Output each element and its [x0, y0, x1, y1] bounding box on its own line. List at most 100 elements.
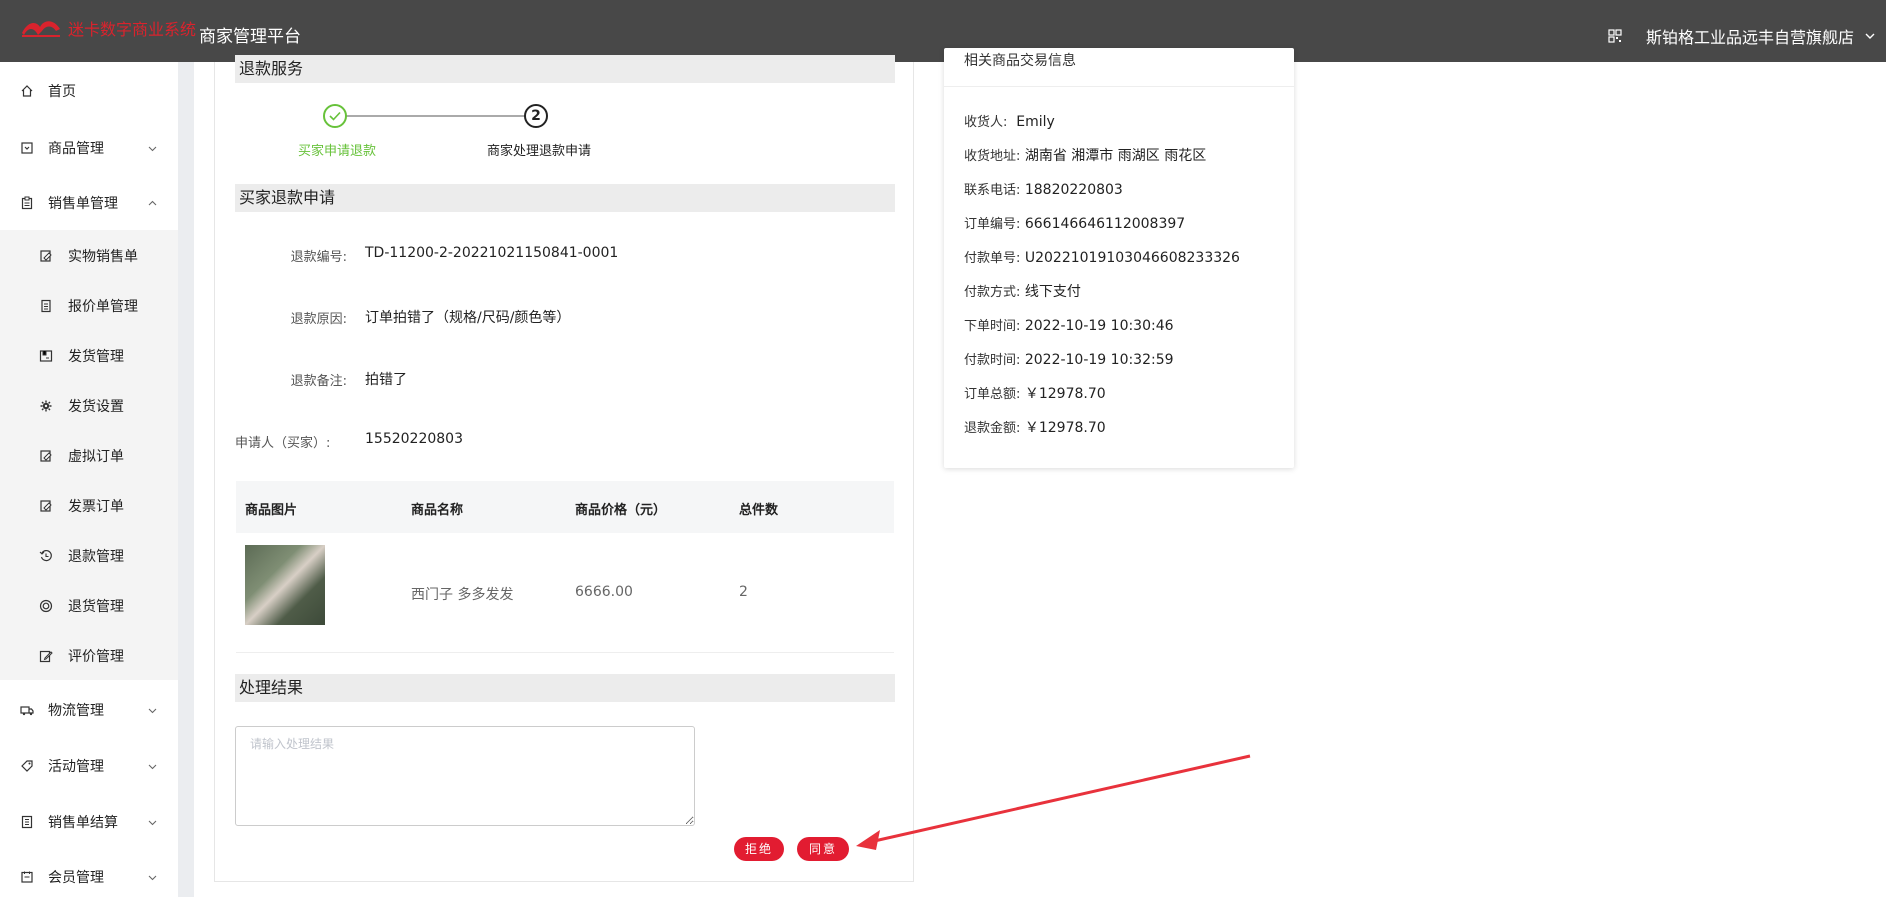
sidebar-subitem-shipping-settings[interactable]: 发货设置 [0, 386, 178, 426]
info-row: 收货地址: 湖南省 湘潭市 雨湖区 雨花区 [964, 145, 1206, 165]
sidebar-subitem-returns[interactable]: 退货管理 [0, 586, 178, 626]
info-value: U20221019103046608233326 [1024, 250, 1240, 266]
step-current-number: 2 [524, 104, 548, 128]
sidebar-item-goods[interactable]: 商品管理 [0, 128, 178, 168]
sidebar-item-label: 销售单管理 [48, 196, 118, 212]
reject-button[interactable]: 拒绝 [734, 837, 784, 861]
refund-icon [39, 549, 52, 562]
store-switcher[interactable]: 斯铂格工业品远丰自营旗舰店 [1608, 24, 1876, 48]
sidebar-subitem-label: 实物销售单 [68, 249, 138, 265]
info-label: 退款金额: [964, 421, 1021, 436]
info-row: 订单总额: ￥12978.70 [964, 383, 1106, 403]
gear-icon [40, 400, 52, 412]
sidebar-item-label: 物流管理 [48, 703, 104, 719]
chevron-up-icon [148, 200, 157, 205]
info-value: Emily [1016, 114, 1055, 130]
info-row: 退款金额: ￥12978.70 [964, 417, 1106, 437]
info-label: 订单编号: [964, 217, 1021, 232]
sidebar-subitem-reviews[interactable]: 评价管理 [0, 636, 178, 676]
sidebar-item-label: 首页 [48, 84, 76, 100]
info-label: 付款单号: [964, 251, 1021, 266]
sidebar-item-label: 会员管理 [48, 870, 104, 886]
info-value: ￥12978.70 [1024, 420, 1106, 436]
sidebar-subitem-label: 发货管理 [68, 349, 124, 365]
applicant-value: 15520220803 [365, 431, 463, 447]
info-row: 收货人: Emily [964, 111, 1055, 130]
sidebar-subitem-label: 虚拟订单 [68, 449, 124, 465]
return-icon [39, 599, 53, 613]
sidebar-subitem-virtual-orders[interactable]: 虚拟订单 [0, 436, 178, 476]
annotation-arrow [856, 754, 1251, 850]
refund-no-label: 退款编号: [290, 250, 347, 265]
sidebar-subitem-label: 退货管理 [68, 599, 124, 615]
sidebar-subitem-label: 发货设置 [68, 399, 124, 415]
truck-icon [20, 706, 34, 716]
info-label: 收货人: [964, 115, 1008, 130]
info-row: 下单时间: 2022-10-19 10:30:46 [964, 315, 1174, 334]
info-row: 付款方式: 线下支付 [964, 281, 1081, 301]
agree-button[interactable]: 同意 [797, 837, 849, 861]
sidebar-item-activities[interactable]: 活动管理 [0, 746, 178, 786]
sidebar-gutter [178, 62, 194, 897]
chevron-down-icon [148, 764, 157, 769]
store-name[interactable]: 斯铂格工业品远丰自营旗舰店 [1646, 24, 1854, 48]
info-value: 线下支付 [1024, 284, 1081, 300]
product-name: 西门子 多多发发 [411, 587, 514, 603]
sidebar-subitem-quotes[interactable]: 报价单管理 [0, 286, 178, 326]
info-label: 付款时间: [964, 353, 1021, 368]
chevron-down-icon [148, 146, 157, 151]
refund-reason-label: 退款原因: [290, 312, 347, 327]
sidebar-item-settlement[interactable]: 销售单结算 [0, 802, 178, 842]
edit-doc-icon [40, 250, 52, 262]
info-value: 湖南省 湘潭市 雨湖区 雨花区 [1024, 148, 1207, 164]
sidebar-subitem-label: 报价单管理 [68, 299, 138, 315]
logo[interactable]: 迷卡数字商业系统 [20, 16, 196, 40]
ship-icon [39, 350, 53, 362]
qr-code-icon[interactable] [1608, 29, 1622, 43]
doc-icon [41, 299, 51, 313]
sidebar-subitem-label: 退款管理 [68, 549, 124, 565]
chevron-down-icon [148, 820, 157, 825]
chevron-down-icon [148, 875, 157, 880]
logo-icon [22, 21, 60, 37]
sidebar-item-members[interactable]: 会员管理 [0, 857, 178, 897]
result-input[interactable] [235, 726, 695, 826]
info-value: 18820220803 [1024, 182, 1123, 198]
sidebar-subitem-label: 评价管理 [68, 649, 124, 665]
member-icon [21, 871, 33, 883]
sidebar-subitem-refunds[interactable]: 退款管理 [0, 536, 178, 576]
info-value: ￥12978.70 [1024, 386, 1106, 402]
info-value: 666146646112008397 [1024, 216, 1186, 232]
steps-connector [346, 115, 526, 117]
sidebar-subitem-shipping[interactable]: 发货管理 [0, 336, 178, 376]
sidebar-item-sales[interactable]: 销售单管理 [0, 183, 178, 223]
home-icon [21, 85, 33, 97]
info-label: 下单时间: [964, 319, 1021, 334]
sidebar-item-home[interactable]: 首页 [0, 71, 178, 111]
refund-remark-label: 退款备注: [290, 374, 347, 389]
column-header: 商品价格（元） [575, 503, 667, 518]
order-info-title: 相关商品交易信息 [964, 53, 1076, 69]
edit-doc-icon [40, 500, 52, 512]
product-price: 6666.00 [575, 584, 633, 600]
clipboard-icon [21, 196, 33, 210]
info-row: 付款时间: 2022-10-19 10:32:59 [964, 349, 1174, 368]
sidebar-subitem-physical-orders[interactable]: 实物销售单 [0, 236, 178, 276]
info-row: 付款单号: U20221019103046608233326 [964, 247, 1240, 266]
chevron-down-icon [148, 708, 157, 713]
step-label-merchant: 商家处理退款申请 [487, 144, 592, 159]
logo-text: 迷卡数字商业系统 [68, 20, 197, 39]
divider [944, 86, 1294, 87]
section-title-refund-service: 退款服务 [235, 55, 895, 83]
refund-remark-value: 拍错了 [365, 372, 407, 388]
product-table-header: 商品图片 商品名称 商品价格（元） 总件数 [236, 481, 894, 533]
sidebar-item-logistics[interactable]: 物流管理 [0, 690, 178, 730]
ledger-icon [21, 815, 33, 829]
product-image[interactable] [245, 545, 325, 625]
goods-icon [21, 142, 33, 154]
chevron-down-icon[interactable] [1864, 30, 1876, 42]
info-row: 订单编号: 666146646112008397 [964, 213, 1185, 232]
sidebar-subitem-invoice-orders[interactable]: 发票订单 [0, 486, 178, 526]
step-done-icon [323, 104, 347, 128]
column-header: 总件数 [739, 503, 779, 518]
